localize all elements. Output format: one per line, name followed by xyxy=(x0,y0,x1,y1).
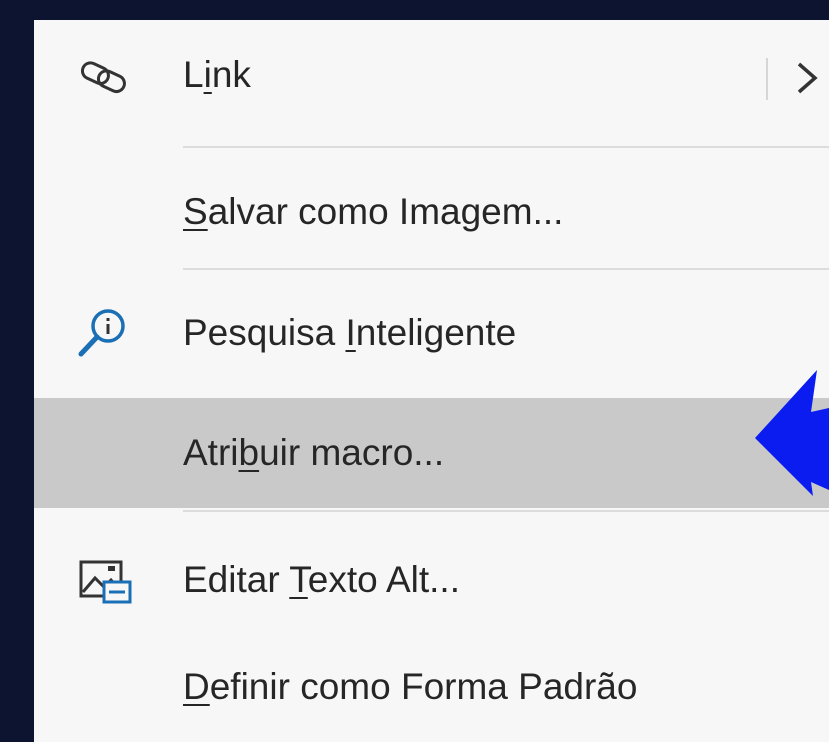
menu-item-set-default-shape[interactable]: Definir como Forma Padrão xyxy=(34,632,829,742)
menu-item-save-as-image[interactable]: Salvar como Imagem... xyxy=(34,157,829,267)
menu-item-label: Pesquisa Inteligente xyxy=(183,312,517,353)
menu-item-edit-alt-text[interactable]: Editar Texto Alt... xyxy=(34,525,829,635)
menu-item-link[interactable]: Link xyxy=(34,20,829,130)
blue-arrow-pointing-left xyxy=(755,368,829,498)
chevron-right-icon[interactable] xyxy=(791,60,821,96)
menu-item-label: Salvar como Imagem... xyxy=(183,191,564,232)
menu-item-label: Link xyxy=(183,54,251,95)
menu-separator xyxy=(183,146,829,148)
submenu-divider xyxy=(766,58,768,100)
menu-item-assign-macro[interactable]: Atribuir macro... xyxy=(34,398,829,508)
screenshot-frame: Link Salvar como Imagem... Pesquisa Inte… xyxy=(0,0,829,742)
alt-text-icon xyxy=(78,558,132,611)
menu-item-label: Atribuir macro... xyxy=(183,432,445,473)
menu-item-label: Editar Texto Alt... xyxy=(183,559,460,600)
link-icon xyxy=(79,60,129,99)
menu-separator xyxy=(183,268,829,270)
smart-lookup-icon xyxy=(76,306,130,365)
menu-item-label: Definir como Forma Padrão xyxy=(183,666,638,707)
menu-item-smart-lookup[interactable]: Pesquisa Inteligente xyxy=(34,278,829,388)
context-menu: Link Salvar como Imagem... Pesquisa Inte… xyxy=(34,20,829,742)
menu-separator xyxy=(183,510,829,512)
